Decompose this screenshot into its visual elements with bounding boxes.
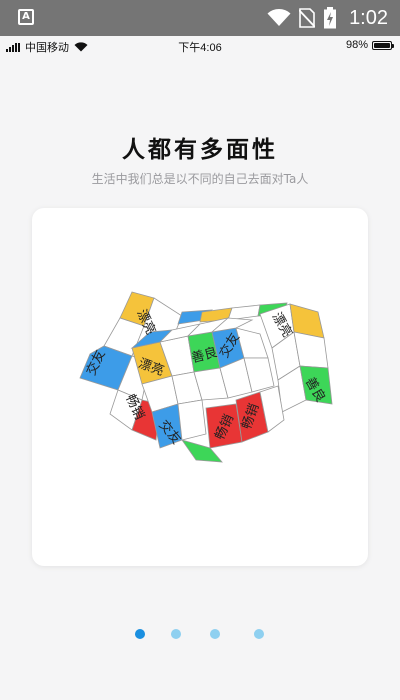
page-dot-3[interactable] [210, 629, 220, 639]
wifi-icon [267, 9, 291, 26]
page-dot-4[interactable] [254, 629, 264, 639]
page-dot-1[interactable] [135, 629, 145, 639]
android-status-bar: A 1:02 [0, 0, 400, 36]
cube-tile [293, 331, 329, 369]
illustration-card: 漂亮 交友 漂亮 善良 交友 漂亮 善良 畅销 交友 畅销 畅销 [32, 208, 368, 566]
page-subtitle: 生活中我们总是以不同的自己去面对Ta人 [91, 172, 309, 186]
cube-tile [227, 304, 261, 321]
ios-clock: 下午4:06 [178, 42, 222, 54]
battery-icon [372, 40, 394, 50]
ios-status-bar: 中国移动 下午4:06 98% [0, 36, 400, 56]
pagination-dots [0, 629, 400, 641]
no-sim-icon [299, 8, 316, 28]
battery-percent: 98% [345, 39, 368, 51]
battery-fill [374, 42, 390, 48]
page-dot-2[interactable] [171, 629, 181, 639]
cube-tile [177, 399, 207, 441]
rubiks-cube-illustration: 漂亮 交友 漂亮 善良 交友 漂亮 善良 畅销 交友 畅销 畅销 [79, 291, 333, 463]
battery-charging-icon [324, 7, 337, 29]
android-clock: 1:02 [349, 6, 388, 29]
page-title: 人都有多面性 [122, 137, 278, 163]
app-notification-icon: A [18, 9, 34, 25]
